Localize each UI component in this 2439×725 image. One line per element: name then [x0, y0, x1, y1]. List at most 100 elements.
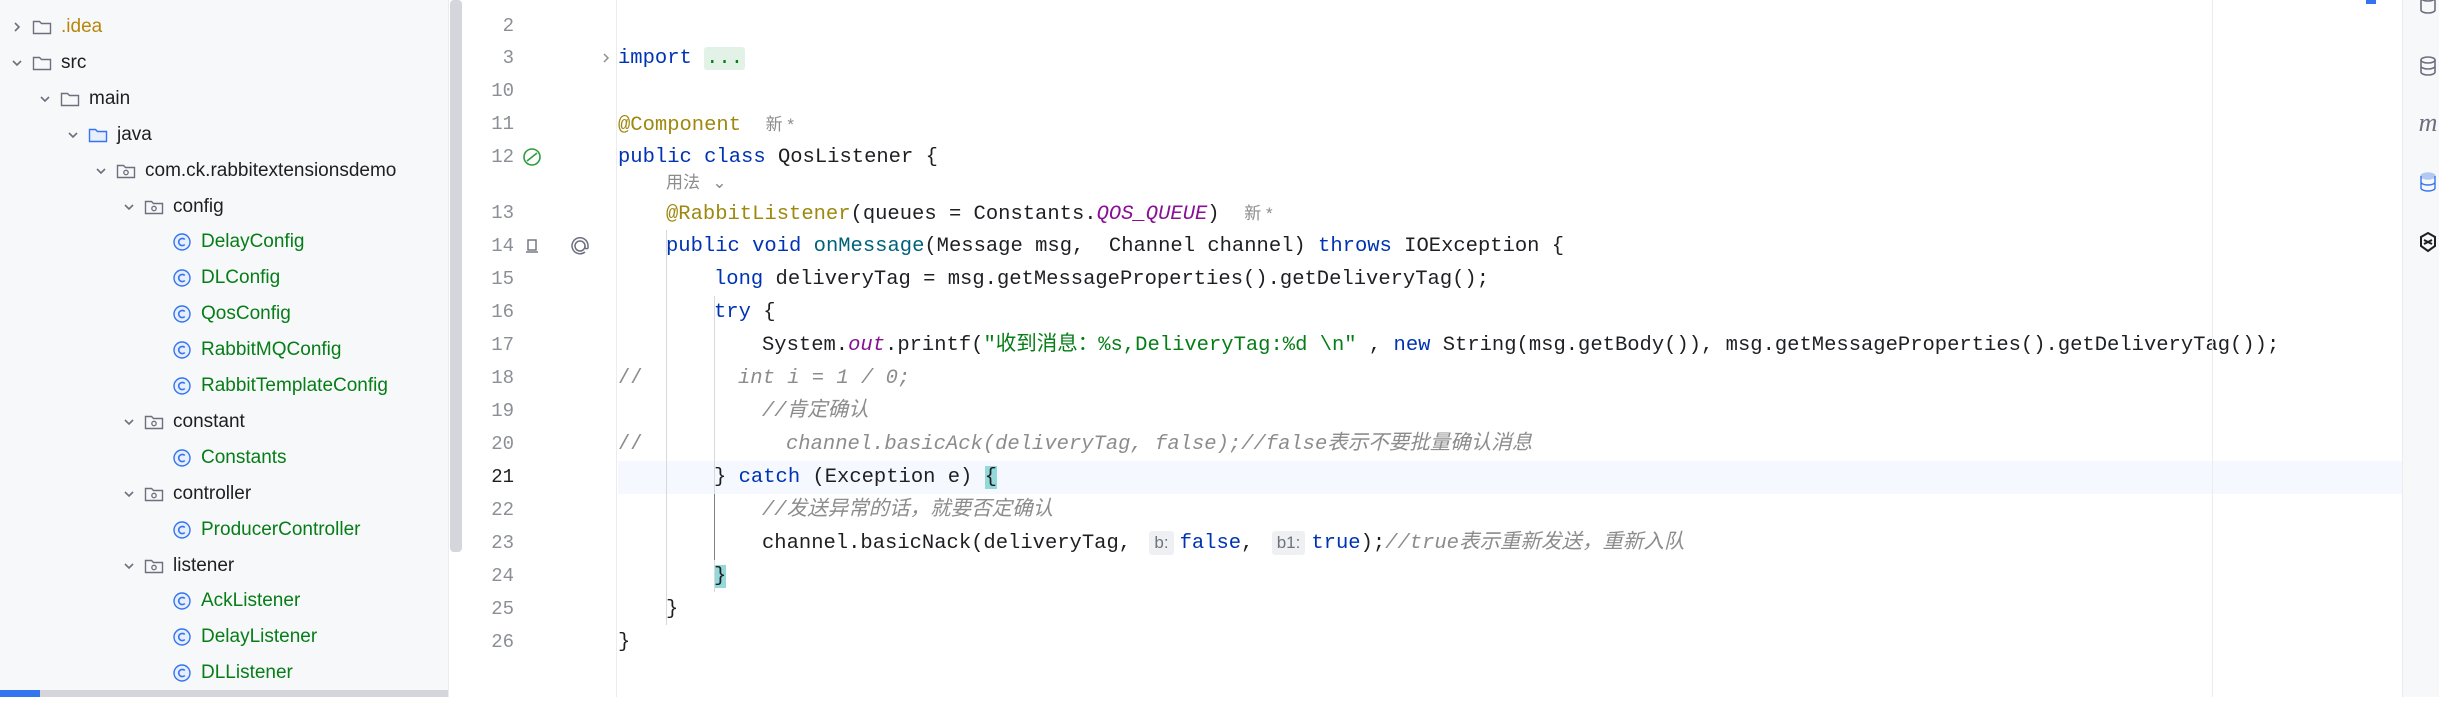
package-icon [142, 554, 166, 578]
right-tool-window-bar: m [2402, 0, 2439, 697]
database-icon[interactable] [2416, 54, 2439, 78]
maven-label: m [2418, 108, 2438, 137]
folded-imports[interactable]: ... [704, 47, 746, 70]
line-number[interactable]: 15 [466, 263, 514, 296]
code-line-21[interactable]: } catch (Exception e) { [618, 461, 2402, 494]
chevron-down-icon[interactable] [120, 485, 138, 503]
chevron-down-icon[interactable]: ⌄ [712, 173, 726, 192]
tree-item-com-ck-rabbitextensionsdemo[interactable]: com.ck.rabbitextensionsdemo [0, 154, 448, 188]
printf-separator: , [1356, 334, 1394, 357]
line-number[interactable]: 20 [466, 428, 514, 461]
override-icon[interactable] [568, 234, 592, 258]
comment: //true表示重新发送，重新入队 [1385, 532, 1685, 555]
new-hint[interactable]: 新 * [1244, 204, 1272, 223]
chevron-down-icon[interactable] [120, 413, 138, 431]
code-line-19[interactable]: //肯定确认 [618, 395, 2402, 428]
tree-item-java[interactable]: java [0, 118, 448, 152]
ai-assistant-icon[interactable] [2416, 230, 2439, 254]
usages-hint[interactable]: 用法 [666, 173, 700, 192]
tree-item-label: DLConfig [201, 267, 281, 289]
usage-hint-line[interactable]: 用法 ⌄ [618, 170, 2402, 196]
maven-icon[interactable]: m [2416, 108, 2439, 137]
code-line-23[interactable]: channel.basicNack(deliveryTag, b: false, … [618, 527, 2402, 560]
line-number[interactable]: 13 [466, 197, 514, 230]
code-line-11[interactable]: @Component 新 * [618, 108, 2402, 141]
code-line-10[interactable] [618, 75, 2402, 108]
chevron-right-icon[interactable] [598, 50, 614, 66]
run-listener-icon[interactable] [520, 234, 544, 258]
line-number[interactable]: 16 [466, 296, 514, 329]
chevron-down-icon[interactable] [64, 126, 82, 144]
line-number[interactable]: 2 [466, 10, 514, 43]
scroll-thumb[interactable] [0, 690, 40, 697]
line-number[interactable]: 23 [466, 527, 514, 560]
chevron-down-icon[interactable] [120, 557, 138, 575]
project-tree-horizontal-scrollbar[interactable] [0, 690, 448, 697]
tree-item-controller[interactable]: controller [0, 477, 448, 511]
comment: //肯定确认 [762, 400, 869, 423]
code-line-17[interactable]: System.out.printf("收到消息：%s,DeliveryTag:%… [618, 329, 2402, 362]
scroll-marker[interactable] [2366, 0, 2376, 4]
line-number[interactable]: 3 [466, 42, 514, 75]
code-line-15[interactable]: long deliveryTag = msg.getMessagePropert… [618, 263, 2402, 296]
line-number[interactable]: 21 [466, 461, 514, 494]
new-hint[interactable]: 新 * [766, 115, 794, 134]
code-line-2[interactable] [618, 10, 2402, 43]
code-line-22[interactable]: //发送异常的话，就要否定确认 [618, 494, 2402, 527]
tree-item-dlconfig[interactable]: DLConfig [0, 261, 448, 295]
line-number[interactable]: 26 [466, 626, 514, 659]
code-editor[interactable]: 2 3 10 11 12 13 14 15 16 17 18 19 20 21 22 23 24 25 26 imp… [466, 0, 2402, 697]
tree-item-qosconfig[interactable]: QosConfig [0, 297, 448, 331]
chevron-down-icon[interactable] [8, 54, 26, 72]
tree-item-producercontroller[interactable]: ProducerController [0, 513, 448, 547]
code-line-20[interactable]: // channel.basicAck(deliveryTag, false);… [618, 428, 2402, 461]
line-number[interactable]: 10 [466, 75, 514, 108]
line-number[interactable]: 19 [466, 395, 514, 428]
line-number[interactable]: 24 [466, 560, 514, 593]
line-number[interactable]: 14 [466, 230, 514, 263]
tree-item-rabbitmqconfig[interactable]: RabbitMQConfig [0, 333, 448, 367]
void-keyword: void [752, 235, 802, 258]
tree-item-constant[interactable]: constant [0, 405, 448, 439]
code-line-18[interactable]: // int i = 1 / 0; [618, 362, 2402, 395]
tree-item-rabbittemplateconfig[interactable]: RabbitTemplateConfig [0, 369, 448, 403]
tree-item-label: DelayListener [201, 626, 318, 648]
tree-item-label: listener [173, 554, 235, 576]
code-line-14[interactable]: public void onMessage(Message msg, Chann… [618, 230, 2402, 263]
code-line-24[interactable]: } [618, 560, 2402, 593]
code-line-16[interactable]: try { [618, 296, 2402, 329]
tree-item-main[interactable]: main [0, 82, 448, 116]
code-area[interactable]: import ... @Component 新 * public class Q… [618, 0, 2402, 697]
folder-icon [30, 51, 54, 75]
chevron-down-icon[interactable] [120, 198, 138, 216]
tree-item-idea[interactable]: .idea [0, 10, 448, 44]
line-number[interactable]: 18 [466, 362, 514, 395]
line-number[interactable]: 22 [466, 494, 514, 527]
chevron-down-icon[interactable] [92, 162, 110, 180]
tree-item-dllistener[interactable]: DLListener [0, 656, 448, 690]
line-number[interactable]: 17 [466, 329, 514, 362]
tree-item-acklistener[interactable]: AckListener [0, 584, 448, 618]
chevron-right-icon[interactable] [8, 18, 26, 36]
tree-item-config[interactable]: config [0, 190, 448, 224]
code-line-3[interactable]: import ... [618, 42, 2402, 75]
tree-item-label: AckListener [201, 590, 301, 612]
code-line-26[interactable]: } [618, 626, 2402, 659]
project-tree-vertical-scrollbar[interactable] [450, 0, 462, 552]
database-icon[interactable] [2416, 0, 2439, 16]
tree-item-listener[interactable]: listener [0, 549, 448, 583]
tree-item-delaylistener[interactable]: DelayListener [0, 620, 448, 654]
tree-item-delayconfig[interactable]: DelayConfig [0, 225, 448, 259]
new-keyword: new [1393, 334, 1431, 357]
chevron-down-icon[interactable] [36, 90, 54, 108]
database-icon[interactable] [2416, 170, 2439, 194]
tree-item-label: DLListener [201, 662, 293, 684]
spring-bean-icon[interactable] [520, 145, 544, 169]
code-line-13[interactable]: @RabbitListener(queues = Constants.QOS_Q… [618, 197, 2402, 230]
tree-item-constants[interactable]: Constants [0, 441, 448, 475]
line-number[interactable]: 11 [466, 108, 514, 141]
tree-item-src[interactable]: src [0, 46, 448, 80]
line-number[interactable]: 25 [466, 593, 514, 626]
code-line-25[interactable]: } [618, 593, 2402, 626]
